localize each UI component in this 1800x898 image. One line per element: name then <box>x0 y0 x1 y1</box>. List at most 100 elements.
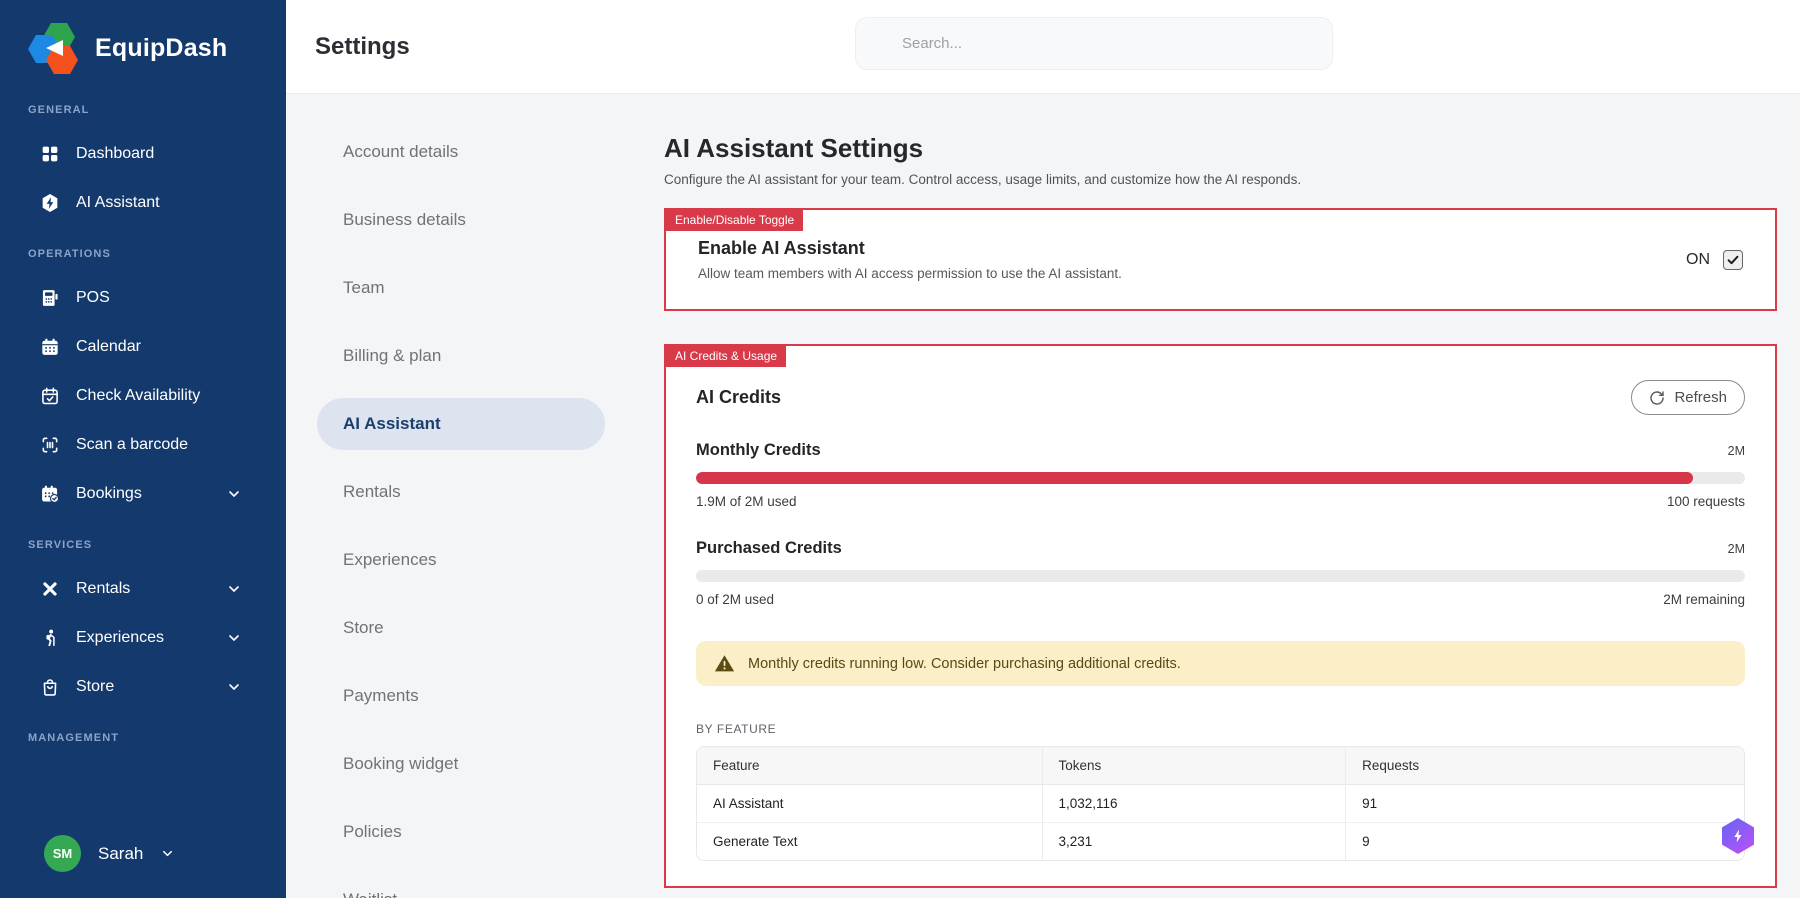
chevron-down-icon <box>226 630 242 651</box>
purchased-credits-label: Purchased Credits <box>696 539 842 557</box>
sidebar-item-label: Rentals <box>76 580 131 597</box>
section-label-management: MANAGEMENT <box>28 732 120 744</box>
cell-feature: Generate Text <box>697 823 1043 860</box>
sidebar-item-calendar[interactable]: Calendar <box>28 326 242 368</box>
app-window: EquipDash GENERAL Dashboard AI Assistant… <box>0 0 1800 898</box>
sidebar-item-experiences[interactable]: Experiences <box>28 617 242 659</box>
cell-requests: 91 <box>1346 785 1744 823</box>
pos-terminal-icon <box>40 288 60 308</box>
settings-nav-waitlist[interactable]: Waitlist <box>317 874 423 898</box>
settings-nav-payments[interactable]: Payments <box>317 670 445 722</box>
settings-nav-team[interactable]: Team <box>317 262 411 314</box>
purchased-credits-meter: Purchased Credits 2M 0 of 2M used 2M rem… <box>696 539 1745 607</box>
user-menu[interactable]: SM Sarah <box>44 835 175 872</box>
enable-toggle-text: Enable AI Assistant Allow team members w… <box>698 238 1122 281</box>
table-row: Generate Text 3,231 9 <box>697 823 1744 860</box>
checkmark-icon <box>1727 255 1739 264</box>
topbar: Settings <box>286 0 1800 94</box>
section-title: AI Assistant Settings <box>664 133 924 163</box>
cell-requests: 9 <box>1346 823 1744 860</box>
sidebar-item-pos[interactable]: POS <box>28 277 242 319</box>
sidebar-item-label: Scan a barcode <box>76 436 189 453</box>
settings-nav-policies[interactable]: Policies <box>317 806 428 858</box>
ai-assistant-settings-panel: AI Assistant Settings Configure the AI a… <box>664 94 1777 888</box>
section-label-operations: OPERATIONS <box>28 248 111 260</box>
sidebar-item-bookings[interactable]: Bookings <box>28 473 242 515</box>
column-header-feature: Feature <box>697 747 1043 785</box>
sidebar-item-label: AI Assistant <box>76 194 160 211</box>
purchased-credits-limit: 2M <box>1727 542 1745 556</box>
hiker-icon <box>40 628 60 648</box>
annotation-label-credits: AI Credits & Usage <box>666 346 787 367</box>
section-label-general: GENERAL <box>28 104 90 116</box>
settings-nav: Account details Business details Team Bi… <box>317 126 605 898</box>
chevron-down-icon <box>226 581 242 602</box>
sidebar-item-dashboard[interactable]: Dashboard <box>28 133 242 175</box>
page-title: Settings <box>315 32 410 60</box>
refresh-icon <box>1649 390 1665 406</box>
refresh-button[interactable]: Refresh <box>1631 380 1745 415</box>
sidebar-item-label: Check Availability <box>76 387 201 404</box>
monthly-credits-label: Monthly Credits <box>696 441 821 459</box>
enable-toggle-card: Enable/Disable Toggle Enable AI Assistan… <box>664 208 1777 311</box>
warning-triangle-icon <box>714 653 735 674</box>
ai-hexagon-bolt-icon <box>40 193 60 213</box>
sidebar-item-store[interactable]: Store <box>28 666 242 708</box>
calendar-check-icon <box>40 386 60 406</box>
settings-nav-billing-plan[interactable]: Billing & plan <box>317 330 467 382</box>
sidebar-item-label: Experiences <box>76 629 165 646</box>
settings-nav-rentals[interactable]: Rentals <box>317 466 427 518</box>
settings-nav-account-details[interactable]: Account details <box>317 126 484 178</box>
table-row: AI Assistant 1,032,116 91 <box>697 785 1744 823</box>
settings-nav-experiences[interactable]: Experiences <box>317 534 463 586</box>
enable-ai-title: Enable AI Assistant <box>698 238 865 258</box>
enable-ai-checkbox[interactable] <box>1723 249 1743 270</box>
monthly-credits-progressbar <box>696 472 1745 484</box>
purchased-remaining-text: 2M remaining <box>1663 592 1745 607</box>
section-label-services: SERVICES <box>28 539 93 551</box>
barcode-scan-icon <box>40 435 60 455</box>
warning-text: Monthly credits running low. Consider pu… <box>748 655 1181 672</box>
purchased-used-text: 0 of 2M used <box>696 592 775 607</box>
sidebar-item-scan-barcode[interactable]: Scan a barcode <box>28 424 242 466</box>
purchased-credits-progressbar <box>696 570 1745 582</box>
enable-ai-description: Allow team members with AI access permis… <box>698 266 1122 281</box>
brand[interactable]: EquipDash <box>0 0 286 74</box>
enable-toggle-control: ON <box>1686 249 1743 270</box>
by-feature-label: BY FEATURE <box>696 722 777 736</box>
sidebar-item-label: POS <box>76 289 110 306</box>
table-header-row: Feature Tokens Requests <box>697 747 1744 785</box>
sidebar-item-rentals[interactable]: Rentals <box>28 568 242 610</box>
settings-nav-ai-assistant[interactable]: AI Assistant <box>317 398 605 450</box>
ai-credits-title: AI Credits <box>696 387 782 407</box>
monthly-credits-progress-fill <box>696 472 1693 484</box>
settings-nav-store[interactable]: Store <box>317 602 410 654</box>
calendar-icon <box>40 337 60 357</box>
sidebar-item-label: Bookings <box>76 485 142 502</box>
search-input[interactable] <box>855 17 1333 70</box>
section-subtitle: Configure the AI assistant for your team… <box>664 172 1302 187</box>
settings-nav-booking-widget[interactable]: Booking widget <box>317 738 484 790</box>
cell-feature: AI Assistant <box>697 785 1043 823</box>
annotation-label-toggle: Enable/Disable Toggle <box>666 210 804 231</box>
ai-credits-card: AI Credits & Usage AI Credits Refresh Mo… <box>664 344 1777 888</box>
sidebar-item-label: Store <box>76 678 115 695</box>
user-name: Sarah <box>98 843 144 863</box>
toggle-state-label: ON <box>1686 250 1710 268</box>
brand-name: EquipDash <box>95 33 228 62</box>
chevron-down-icon <box>226 486 242 507</box>
sidebar-item-label: Calendar <box>76 338 141 355</box>
cell-tokens: 3,231 <box>1042 823 1347 860</box>
sidebar-nav: GENERAL Dashboard AI Assistant OPERATION… <box>0 74 286 744</box>
usage-by-feature-table: Feature Tokens Requests AI Assistant 1,0… <box>696 746 1745 861</box>
shopping-bag-icon <box>40 677 60 697</box>
sidebar-item-ai-assistant[interactable]: AI Assistant <box>28 182 242 224</box>
dashboard-grid-icon <box>40 144 60 164</box>
settings-nav-business-details[interactable]: Business details <box>317 194 492 246</box>
monthly-credits-meter: Monthly Credits 2M 1.9M of 2M used 100 r… <box>696 441 1745 509</box>
sidebar-item-check-availability[interactable]: Check Availability <box>28 375 242 417</box>
chevron-down-icon <box>160 846 175 861</box>
avatar: SM <box>44 835 81 872</box>
column-header-requests: Requests <box>1346 747 1744 785</box>
monthly-used-text: 1.9M of 2M used <box>696 494 797 509</box>
